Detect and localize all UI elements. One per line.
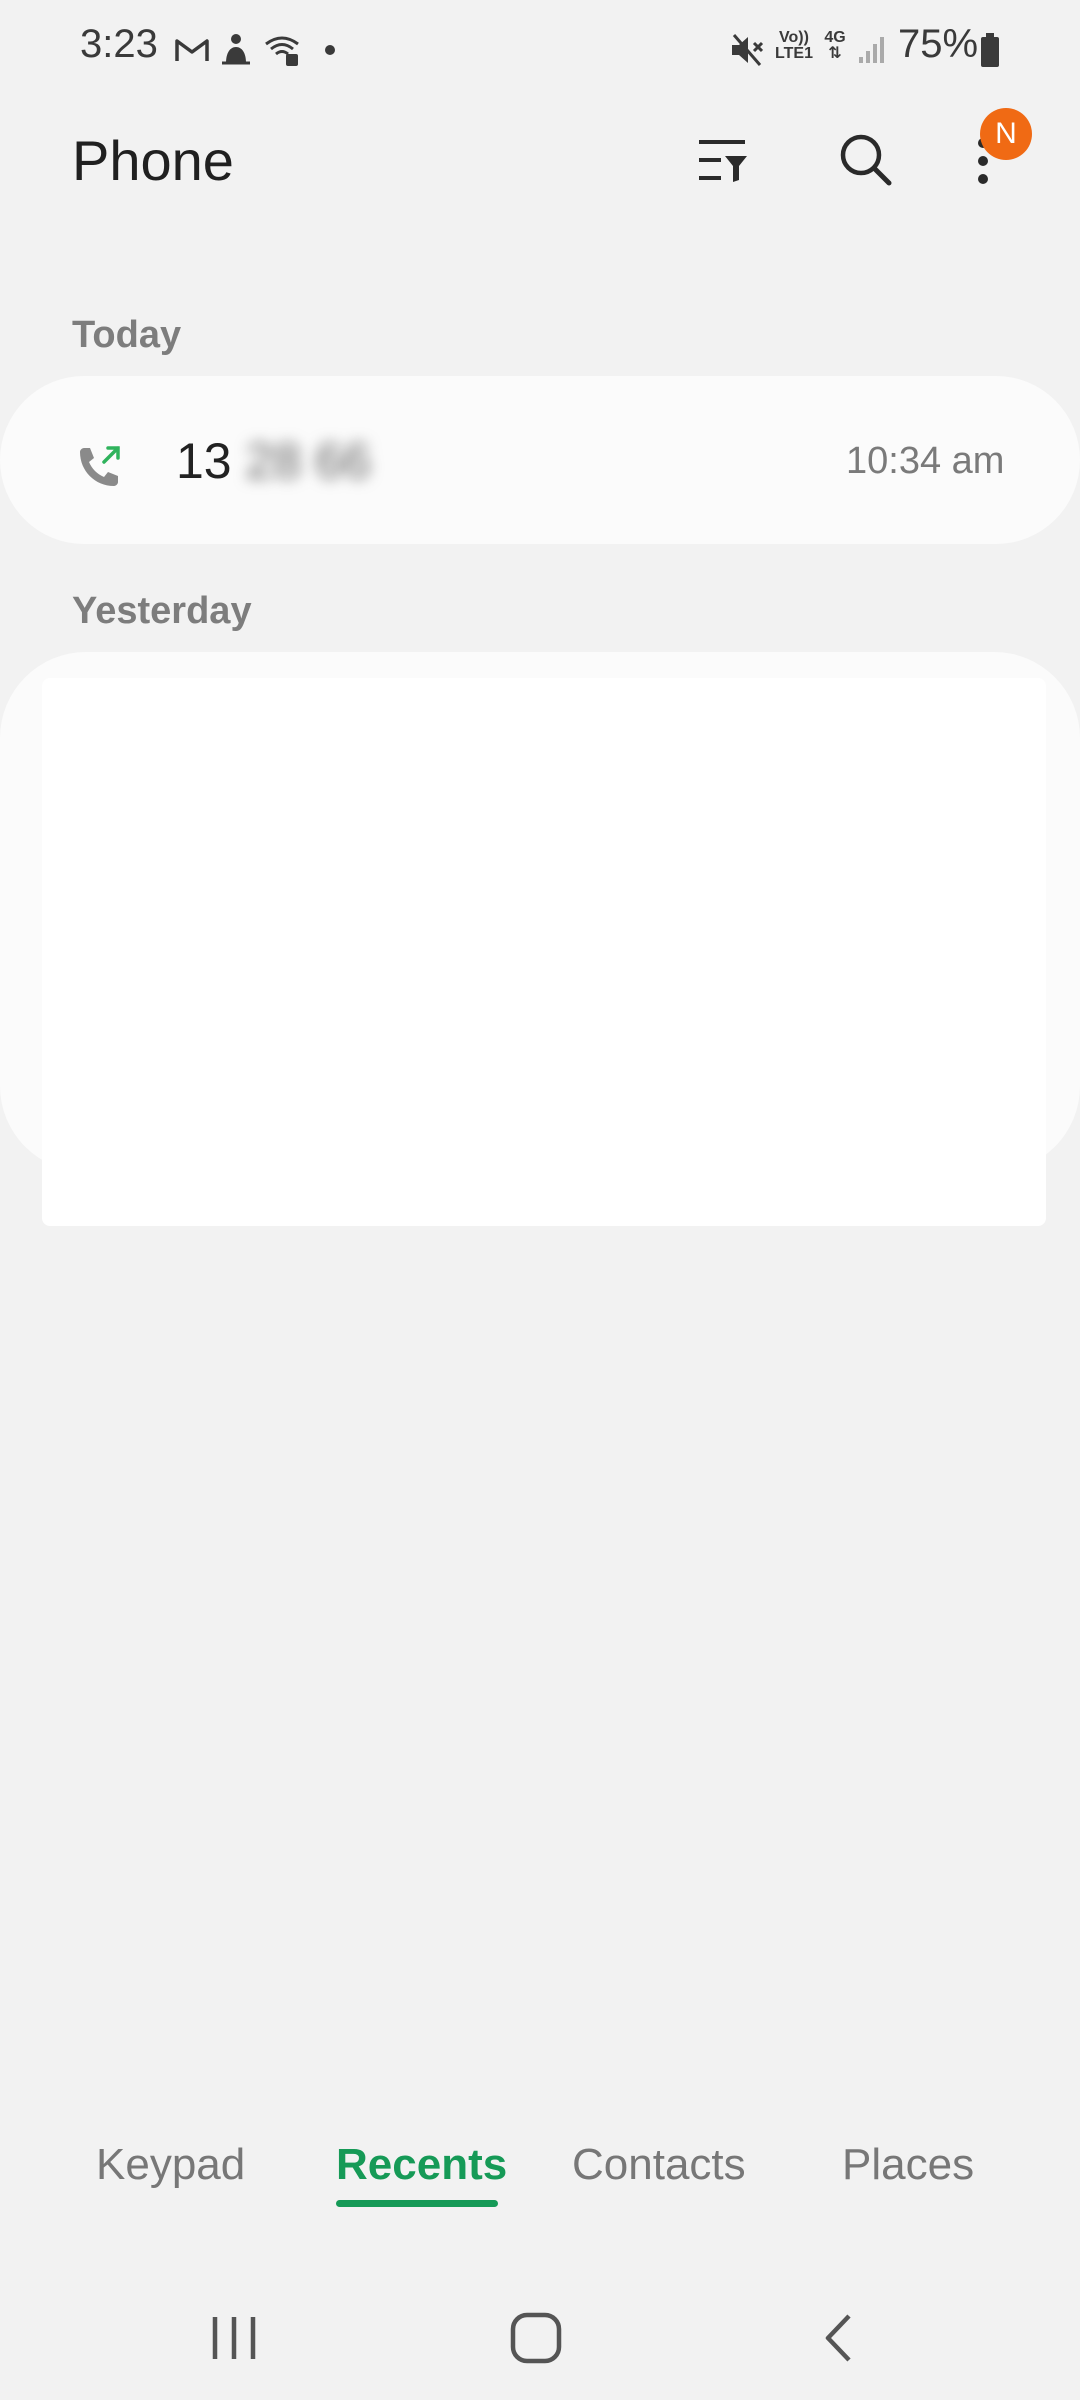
status-bar: 3:23 Vo)) LTE1 4G ⇅ 75% <box>0 0 1080 100</box>
page-title: Phone <box>72 129 234 192</box>
notification-badge: N <box>980 108 1032 160</box>
filter-list-icon <box>697 138 749 189</box>
recent-apps-icon <box>209 2315 259 2366</box>
section-label-yesterday: Yesterday <box>72 590 252 632</box>
redacted-panel <box>42 678 1046 1226</box>
redacted-digits: 28 66 <box>245 433 371 489</box>
tab-contacts[interactable]: Contacts <box>572 2140 746 2190</box>
battery-percent: 75% <box>898 22 979 66</box>
back-button[interactable] <box>788 2290 888 2390</box>
home-icon <box>510 2312 562 2369</box>
home-button[interactable] <box>486 2290 586 2390</box>
tab-recents[interactable]: Recents <box>336 2140 507 2190</box>
back-icon <box>823 2313 853 2368</box>
tab-keypad[interactable]: Keypad <box>96 2140 245 2190</box>
call-number: 13 28 66 <box>176 433 371 489</box>
mute-icon <box>728 28 768 72</box>
section-label-today: Today <box>72 314 182 356</box>
notification-dot-icon <box>320 28 340 72</box>
search-icon <box>837 131 893 192</box>
search-button[interactable] <box>820 116 910 206</box>
wifi-calling-icon <box>262 28 302 72</box>
outgoing-call-icon <box>70 438 130 498</box>
gmail-icon <box>172 28 212 72</box>
call-time: 10:34 am <box>846 440 1005 482</box>
status-time: 3:23 <box>80 22 158 66</box>
tab-places[interactable]: Places <box>842 2140 974 2190</box>
battery-icon <box>978 28 1002 72</box>
meditation-icon <box>218 28 254 72</box>
active-tab-indicator <box>336 2200 498 2207</box>
filter-button[interactable] <box>678 118 768 208</box>
signal-icon <box>854 28 890 72</box>
volte-indicator: Vo)) LTE1 <box>775 29 813 62</box>
recent-apps-button[interactable] <box>184 2290 284 2390</box>
data-indicator: 4G ⇅ <box>824 29 846 62</box>
